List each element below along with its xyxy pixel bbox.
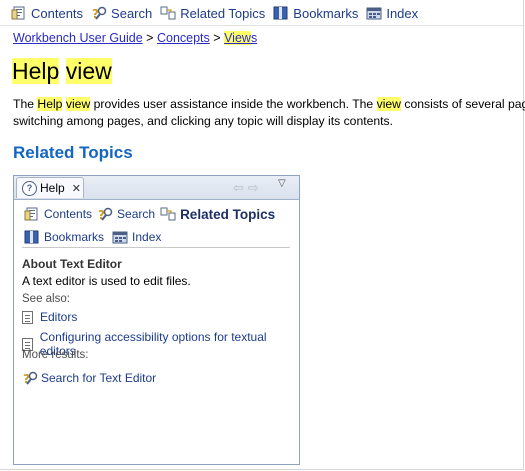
svg-text:?: ? [98, 208, 105, 222]
breadcrumb-workbench-user-guide[interactable]: Workbench User Guide [13, 31, 143, 45]
see-also-label: See also: [22, 293, 70, 305]
help-view-body: Contents ? Search Related Topics Bookmar… [14, 200, 299, 464]
related-topics-heading: Related Topics [13, 143, 133, 162]
title-help: Help [12, 58, 60, 84]
breadcrumb-concepts[interactable]: Concepts [157, 31, 210, 45]
toolbar-divider [0, 25, 523, 26]
help-view-tab[interactable]: ? Help ✕ [16, 177, 84, 198]
contents-icon [11, 6, 25, 20]
breadcrumb-separator: > [146, 31, 154, 45]
bookmarks-icon [24, 230, 39, 244]
toolbar-related-topics[interactable]: Related Topics [160, 5, 265, 21]
hv-search-link[interactable]: ? Search [97, 206, 155, 222]
toolbar-index[interactable]: Index [366, 5, 418, 21]
toolbar-index-label: Index [386, 5, 419, 21]
hv-index-label: Index [132, 230, 162, 244]
breadcrumb-views-highlight: View [224, 31, 251, 45]
breadcrumb-separator: > [213, 31, 221, 45]
bookmarks-icon [273, 6, 288, 20]
link-editors-label: Editors [40, 310, 78, 324]
related-topics-icon [160, 6, 176, 20]
page-description: The Help view provides user assistance i… [13, 96, 525, 130]
top-toolbar: Contents ? Search Related Topics Bookmar… [0, 0, 523, 26]
search-for-text-editor-label: Search for Text Editor [41, 371, 157, 385]
document-icon [22, 310, 33, 324]
hv-related-topics-label: Related Topics [180, 206, 276, 222]
help-icon: ? [22, 180, 37, 196]
svg-text:?: ? [92, 7, 99, 21]
toolbar-search-label: Search [111, 5, 153, 21]
help-window: Contents ? Search Related Topics Bookmar… [0, 0, 525, 470]
help-view-tabstrip: ? Help ✕ ⇦⇨ ▽ [14, 176, 299, 200]
help-view-panel: ? Help ✕ ⇦⇨ ▽ Contents ? Search Related … [13, 175, 300, 465]
hv-bookmarks-link[interactable]: Bookmarks [24, 229, 104, 245]
desc-text: consists of several pages. [404, 97, 525, 111]
index-icon [112, 231, 128, 244]
breadcrumb: Workbench User Guide > Concepts > Views [13, 31, 257, 45]
view-menu-icon[interactable]: ▽ [278, 178, 286, 189]
related-topics-icon [160, 207, 176, 221]
help-view-divider [22, 247, 290, 248]
toolbar-bookmarks-label: Bookmarks [293, 5, 359, 21]
hv-bookmarks-label: Bookmarks [44, 230, 105, 244]
help-view-nav-row-1: Contents ? Search Related Topics [24, 206, 280, 222]
index-icon [366, 7, 382, 20]
desc-text: The [13, 97, 38, 111]
hv-index-link[interactable]: Index [112, 229, 161, 245]
svg-text:?: ? [23, 372, 30, 386]
help-tab-label: Help [40, 181, 65, 195]
desc-highlight: view [376, 97, 401, 111]
close-icon[interactable]: ✕ [72, 182, 81, 195]
title-view: view [65, 58, 112, 84]
nav-arrows: ⇦⇨ [233, 180, 263, 196]
breadcrumb-views[interactable]: Views [224, 31, 257, 45]
search-icon: ? [98, 207, 113, 222]
about-text: A text editor is used to edit files. [22, 274, 191, 288]
description-line-2: switching among pages, and clicking any … [13, 114, 394, 128]
search-icon: ? [23, 371, 38, 386]
more-results-label: More results: [22, 349, 89, 361]
desc-text: provides user assistance inside the work… [90, 97, 377, 111]
about-heading: About Text Editor [22, 257, 122, 271]
desc-highlight: view [65, 97, 91, 111]
contents-icon [24, 207, 38, 221]
search-for-text-editor-link[interactable]: ? Search for Text Editor [22, 370, 156, 386]
toolbar-contents[interactable]: Contents [11, 5, 83, 21]
toolbar-contents-label: Contents [31, 5, 84, 21]
help-view-nav-row-2: Bookmarks Index [24, 229, 169, 245]
hv-contents-label: Contents [44, 207, 93, 221]
breadcrumb-views-rest: s [250, 31, 258, 45]
description-line-1: The Help view provides user assistance i… [13, 96, 525, 113]
hv-related-topics-link[interactable]: Related Topics [160, 206, 275, 222]
toolbar-search[interactable]: ? Search [91, 5, 153, 22]
search-icon: ? [92, 6, 107, 21]
page-title: Help view [12, 56, 112, 86]
hv-search-label: Search [117, 207, 156, 221]
back-arrow-icon[interactable]: ⇦ [233, 180, 248, 195]
desc-highlight: Help [37, 97, 63, 111]
hv-contents-link[interactable]: Contents [24, 206, 92, 222]
forward-arrow-icon[interactable]: ⇨ [248, 180, 263, 195]
link-editors[interactable]: Editors [22, 310, 77, 324]
toolbar-bookmarks[interactable]: Bookmarks [273, 5, 358, 21]
toolbar-related-topics-label: Related Topics [180, 5, 266, 21]
